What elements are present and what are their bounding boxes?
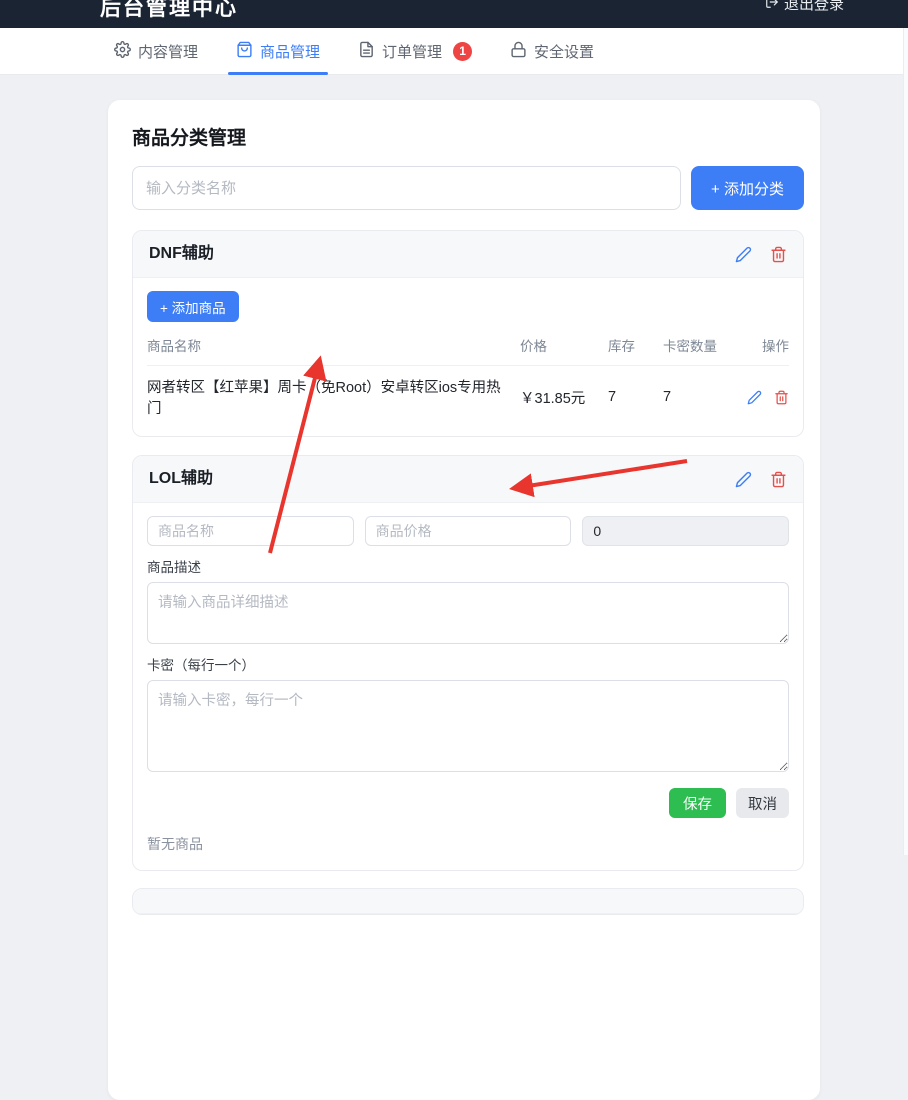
add-product-button[interactable]: + 添加商品 bbox=[147, 291, 239, 322]
gear-icon bbox=[114, 41, 131, 62]
description-textarea[interactable] bbox=[147, 582, 789, 644]
document-icon bbox=[358, 41, 375, 62]
category-actions bbox=[735, 246, 787, 263]
product-actions bbox=[741, 390, 789, 405]
product-table: 商品名称 价格 库存 卡密数量 操作 网者转区【红苹果】周卡（免Root）安卓转… bbox=[147, 335, 789, 426]
table-row: 网者转区【红苹果】周卡（免Root）安卓转区ios专用热门 ￥31.85元 7 … bbox=[147, 366, 789, 426]
logout-button[interactable]: 退出登录 bbox=[765, 0, 844, 14]
category-card-dnf: DNF辅助 + 添加商品 商品名称 价格 库存 卡密数量 操作 bbox=[132, 230, 804, 437]
add-category-button[interactable]: + 添加分类 bbox=[691, 166, 804, 210]
tab-content-management[interactable]: 内容管理 bbox=[114, 28, 198, 74]
description-label: 商品描述 bbox=[147, 560, 789, 576]
edit-product-icon[interactable] bbox=[747, 390, 762, 405]
card-keys-textarea[interactable] bbox=[147, 680, 789, 772]
delete-product-icon[interactable] bbox=[774, 390, 789, 405]
product-stock: 7 bbox=[608, 389, 663, 405]
tab-product-management[interactable]: 商品管理 bbox=[236, 28, 320, 74]
col-header-stock: 库存 bbox=[608, 335, 663, 355]
product-card-count: 7 bbox=[663, 389, 741, 405]
lock-icon bbox=[510, 41, 527, 62]
product-form: 商品描述 卡密（每行一个） 保存 取消 暂无商品 bbox=[133, 503, 803, 870]
category-actions bbox=[735, 471, 787, 488]
scrollbar-track[interactable] bbox=[903, 28, 908, 855]
product-name-input[interactable] bbox=[147, 516, 354, 546]
tab-label: 订单管理 bbox=[382, 41, 442, 62]
category-header bbox=[133, 889, 803, 914]
top-bar: 后台管理中心 退出登录 bbox=[0, 0, 908, 28]
cancel-button[interactable]: 取消 bbox=[736, 788, 789, 818]
save-button[interactable]: 保存 bbox=[669, 788, 726, 818]
category-header: LOL辅助 bbox=[133, 456, 803, 503]
product-form-row bbox=[147, 516, 789, 546]
delete-category-icon[interactable] bbox=[770, 471, 787, 488]
product-price: ￥31.85元 bbox=[520, 387, 608, 408]
product-price-input[interactable] bbox=[365, 516, 572, 546]
edit-category-icon[interactable] bbox=[735, 471, 752, 488]
category-management-panel: 商品分类管理 + 添加分类 DNF辅助 + 添加商品 商品名称 价格 bbox=[108, 100, 820, 1100]
form-buttons: 保存 取消 bbox=[147, 788, 789, 818]
tab-label: 内容管理 bbox=[138, 41, 198, 62]
tab-label: 商品管理 bbox=[260, 41, 320, 62]
category-name-input[interactable] bbox=[132, 166, 681, 210]
category-title: LOL辅助 bbox=[149, 468, 213, 490]
shopping-bag-icon bbox=[236, 41, 253, 62]
category-card-lol: LOL辅助 商品描述 卡密（每行一个） 保存 取消 bbox=[132, 455, 804, 871]
delete-category-icon[interactable] bbox=[770, 246, 787, 263]
category-body: + 添加商品 商品名称 价格 库存 卡密数量 操作 网者转区【红苹果】周卡（免R… bbox=[133, 278, 803, 436]
order-count-badge: 1 bbox=[453, 42, 472, 61]
col-header-price: 价格 bbox=[520, 335, 608, 355]
edit-category-icon[interactable] bbox=[735, 246, 752, 263]
col-header-name: 商品名称 bbox=[147, 335, 520, 355]
page-title: 商品分类管理 bbox=[132, 128, 804, 150]
card-keys-label: 卡密（每行一个） bbox=[147, 658, 789, 674]
tab-bar: 内容管理 商品管理 订单管理 1 安全设置 bbox=[0, 28, 908, 75]
category-header: DNF辅助 bbox=[133, 231, 803, 278]
empty-products-text: 暂无商品 bbox=[147, 834, 789, 860]
tab-order-management[interactable]: 订单管理 1 bbox=[358, 28, 472, 74]
logout-label: 退出登录 bbox=[784, 0, 844, 14]
product-name: 网者转区【红苹果】周卡（免Root）安卓转区ios专用热门 bbox=[147, 376, 520, 418]
category-card-next bbox=[132, 888, 804, 915]
tab-label: 安全设置 bbox=[534, 41, 594, 62]
category-title: DNF辅助 bbox=[149, 243, 214, 265]
add-category-row: + 添加分类 bbox=[132, 166, 804, 210]
product-table-header: 商品名称 价格 库存 卡密数量 操作 bbox=[147, 335, 789, 366]
product-stock-input[interactable] bbox=[582, 516, 789, 546]
app-title: 后台管理中心 bbox=[100, 0, 238, 22]
col-header-cards: 卡密数量 bbox=[663, 335, 741, 355]
logout-icon bbox=[765, 0, 779, 13]
col-header-actions: 操作 bbox=[741, 335, 789, 355]
tab-security-settings[interactable]: 安全设置 bbox=[510, 28, 594, 74]
